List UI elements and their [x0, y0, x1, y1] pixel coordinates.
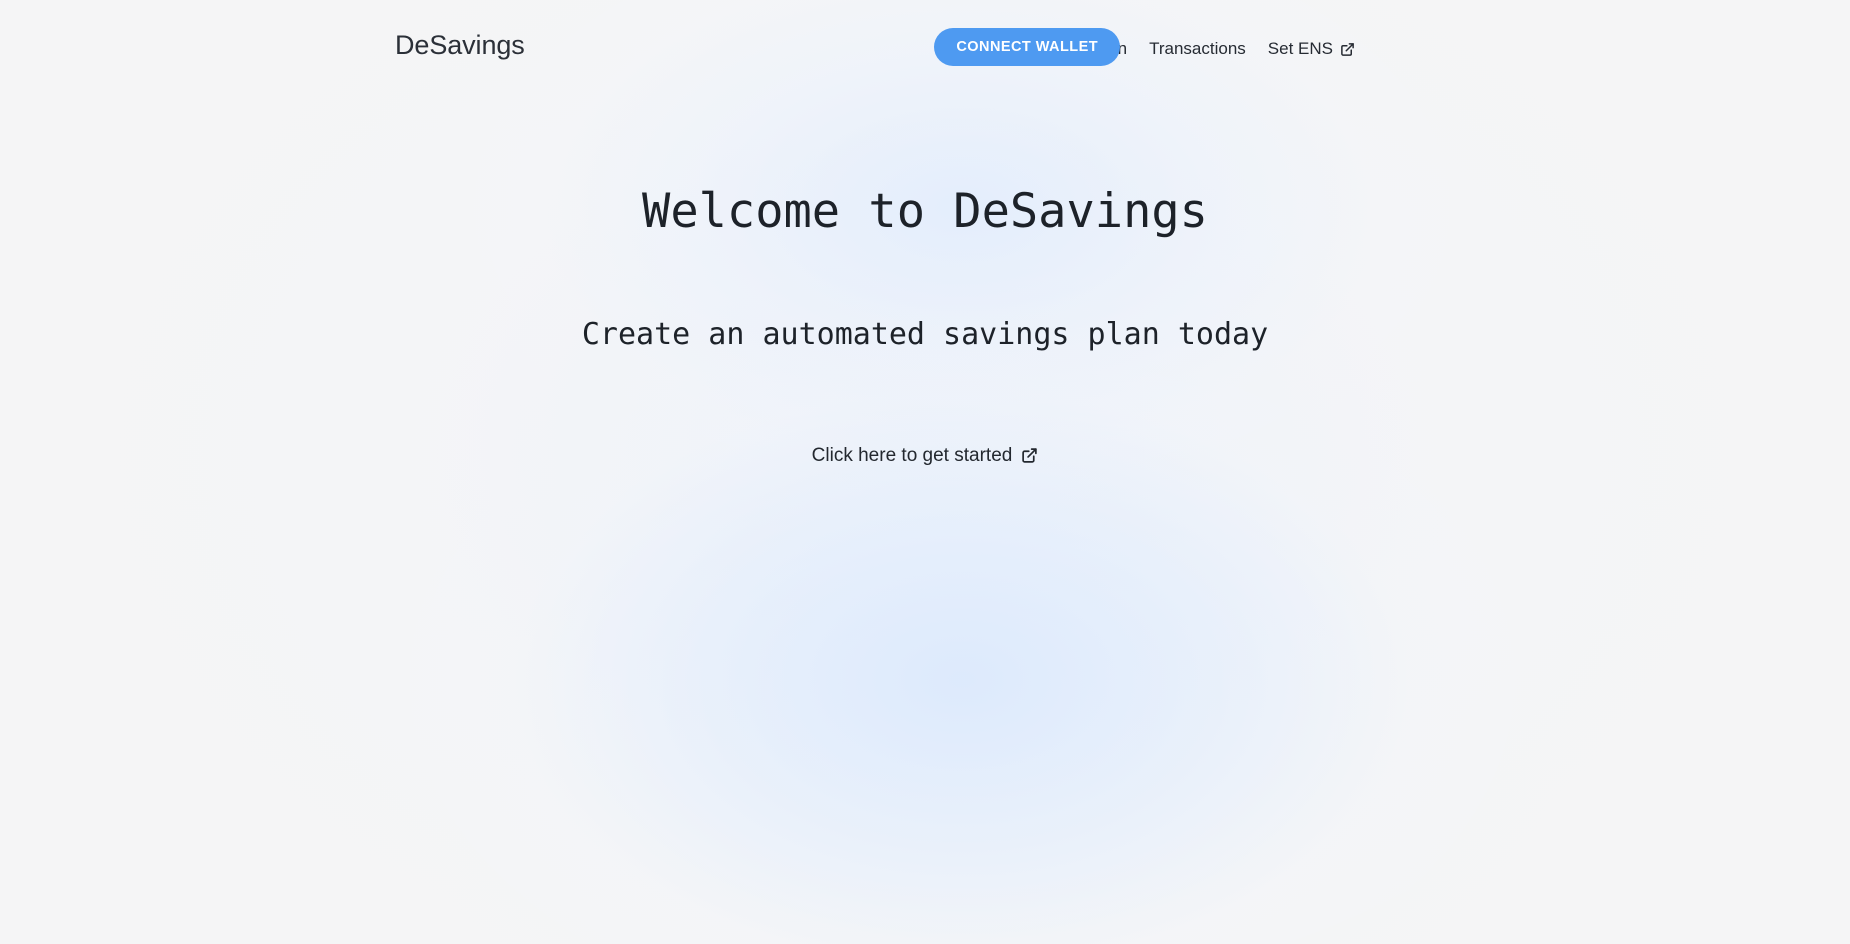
connect-wallet-button[interactable]: CONNECT WALLET [934, 28, 1120, 66]
hero-subtitle: Create an automated savings plan today [581, 317, 1269, 353]
hero-title: Welcome to DeSavings [642, 184, 1208, 239]
nav-link-set-ens-label: Set ENS [1267, 39, 1333, 58]
get-started-link-label: Click here to get started [811, 444, 1013, 466]
nav-link-set-ens[interactable]: Set ENS [1268, 40, 1355, 57]
site-header: DeSavings Create Plan Transactions Set E… [0, 0, 1850, 104]
external-link-icon [1021, 447, 1038, 464]
hero-cta-row: Click here to get started [0, 354, 1850, 466]
nav-link-transactions-label: Transactions [1149, 39, 1246, 58]
external-link-icon [1340, 42, 1355, 57]
nav-link-transactions[interactable]: Transactions [1149, 40, 1246, 57]
brand-logo[interactable]: DeSavings [395, 32, 525, 59]
get-started-link[interactable]: Click here to get started [812, 446, 1039, 465]
hero-section: Welcome to DeSavings Create an automated… [0, 104, 1850, 466]
page-root: DeSavings Create Plan Transactions Set E… [0, 0, 1850, 944]
